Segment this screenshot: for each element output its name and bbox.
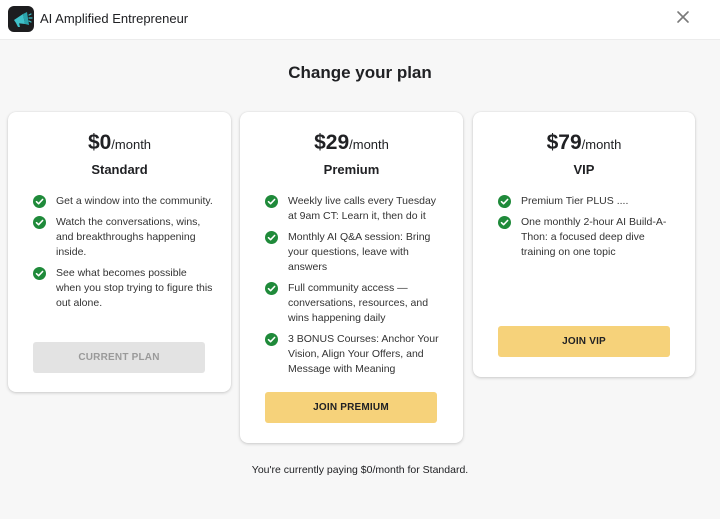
price-amount: $0: [87, 131, 112, 154]
feature-item: One monthly 2-hour AI Build-A-Thon: a fo…: [498, 215, 678, 260]
feature-item: Premium Tier PLUS ....: [498, 194, 678, 209]
feature-list: Premium Tier PLUS .... One monthly 2-hou…: [498, 194, 678, 266]
feature-item: Monthly AI Q&A session: Bring your quest…: [265, 230, 445, 275]
close-icon[interactable]: [673, 7, 693, 27]
check-circle-icon: [265, 195, 278, 208]
feature-item: Weekly live calls every Tuesday at 9am C…: [265, 194, 445, 224]
plan-price: $79/month: [473, 131, 695, 155]
feature-text: See what becomes possible when you stop …: [56, 267, 213, 309]
feature-text: Weekly live calls every Tuesday at 9am C…: [288, 195, 437, 222]
price-period: /month: [349, 137, 389, 152]
plan-price: $0/month: [8, 131, 231, 155]
feature-text: 3 BONUS Courses: Anchor Your Vision, Ali…: [288, 333, 439, 375]
app-title: AI Amplified Entrepreneur: [40, 11, 189, 26]
check-circle-icon: [33, 267, 46, 280]
feature-list: Weekly live calls every Tuesday at 9am C…: [265, 194, 445, 383]
plan-card-standard: $0/month Standard Get a window into the …: [8, 112, 231, 392]
check-circle-icon: [33, 195, 46, 208]
price-period: /month: [581, 137, 622, 152]
feature-item: See what becomes possible when you stop …: [33, 266, 213, 311]
plan-name: Premium: [323, 162, 380, 177]
check-circle-icon: [33, 216, 46, 229]
join-premium-button[interactable]: JOIN PREMIUM: [265, 392, 437, 423]
current-plan-note: You're currently paying $0/month for Sta…: [251, 464, 469, 476]
feature-text: Monthly AI Q&A session: Bring your quest…: [288, 231, 431, 273]
page-title: Change your plan: [288, 63, 432, 82]
plan-price: $29/month: [240, 131, 463, 155]
check-circle-icon: [498, 195, 511, 208]
megaphone-logo-icon: [8, 6, 34, 32]
feature-item: Watch the conversations, wins, and break…: [33, 215, 213, 260]
feature-text: One monthly 2-hour AI Build-A-Thon: a fo…: [521, 216, 667, 258]
feature-item: Full community access — conversations, r…: [265, 281, 445, 326]
plan-card-vip: $79/month VIP Premium Tier PLUS .... One…: [473, 112, 695, 377]
check-circle-icon: [265, 231, 278, 244]
feature-list: Get a window into the community. Watch t…: [33, 194, 213, 317]
price-period: /month: [111, 137, 152, 152]
check-circle-icon: [498, 216, 511, 229]
join-vip-button[interactable]: JOIN VIP: [498, 326, 670, 357]
feature-item: Get a window into the community.: [33, 194, 213, 209]
plan-card-premium: $29/month Premium Weekly live calls ever…: [240, 112, 463, 443]
feature-text: Watch the conversations, wins, and break…: [56, 216, 201, 258]
feature-item: 3 BONUS Courses: Anchor Your Vision, Ali…: [265, 332, 445, 377]
check-circle-icon: [265, 282, 278, 295]
current-plan-button: CURRENT PLAN: [33, 342, 205, 373]
plan-name: VIP: [573, 162, 595, 177]
price-amount: $79: [546, 131, 582, 154]
check-circle-icon: [265, 333, 278, 346]
feature-text: Premium Tier PLUS ....: [521, 195, 629, 207]
feature-text: Full community access — conversations, r…: [288, 282, 429, 324]
feature-text: Get a window into the community.: [56, 195, 213, 207]
top-bar: AI Amplified Entrepreneur: [0, 0, 720, 40]
plan-name: Standard: [91, 162, 148, 177]
price-amount: $29: [314, 131, 350, 154]
